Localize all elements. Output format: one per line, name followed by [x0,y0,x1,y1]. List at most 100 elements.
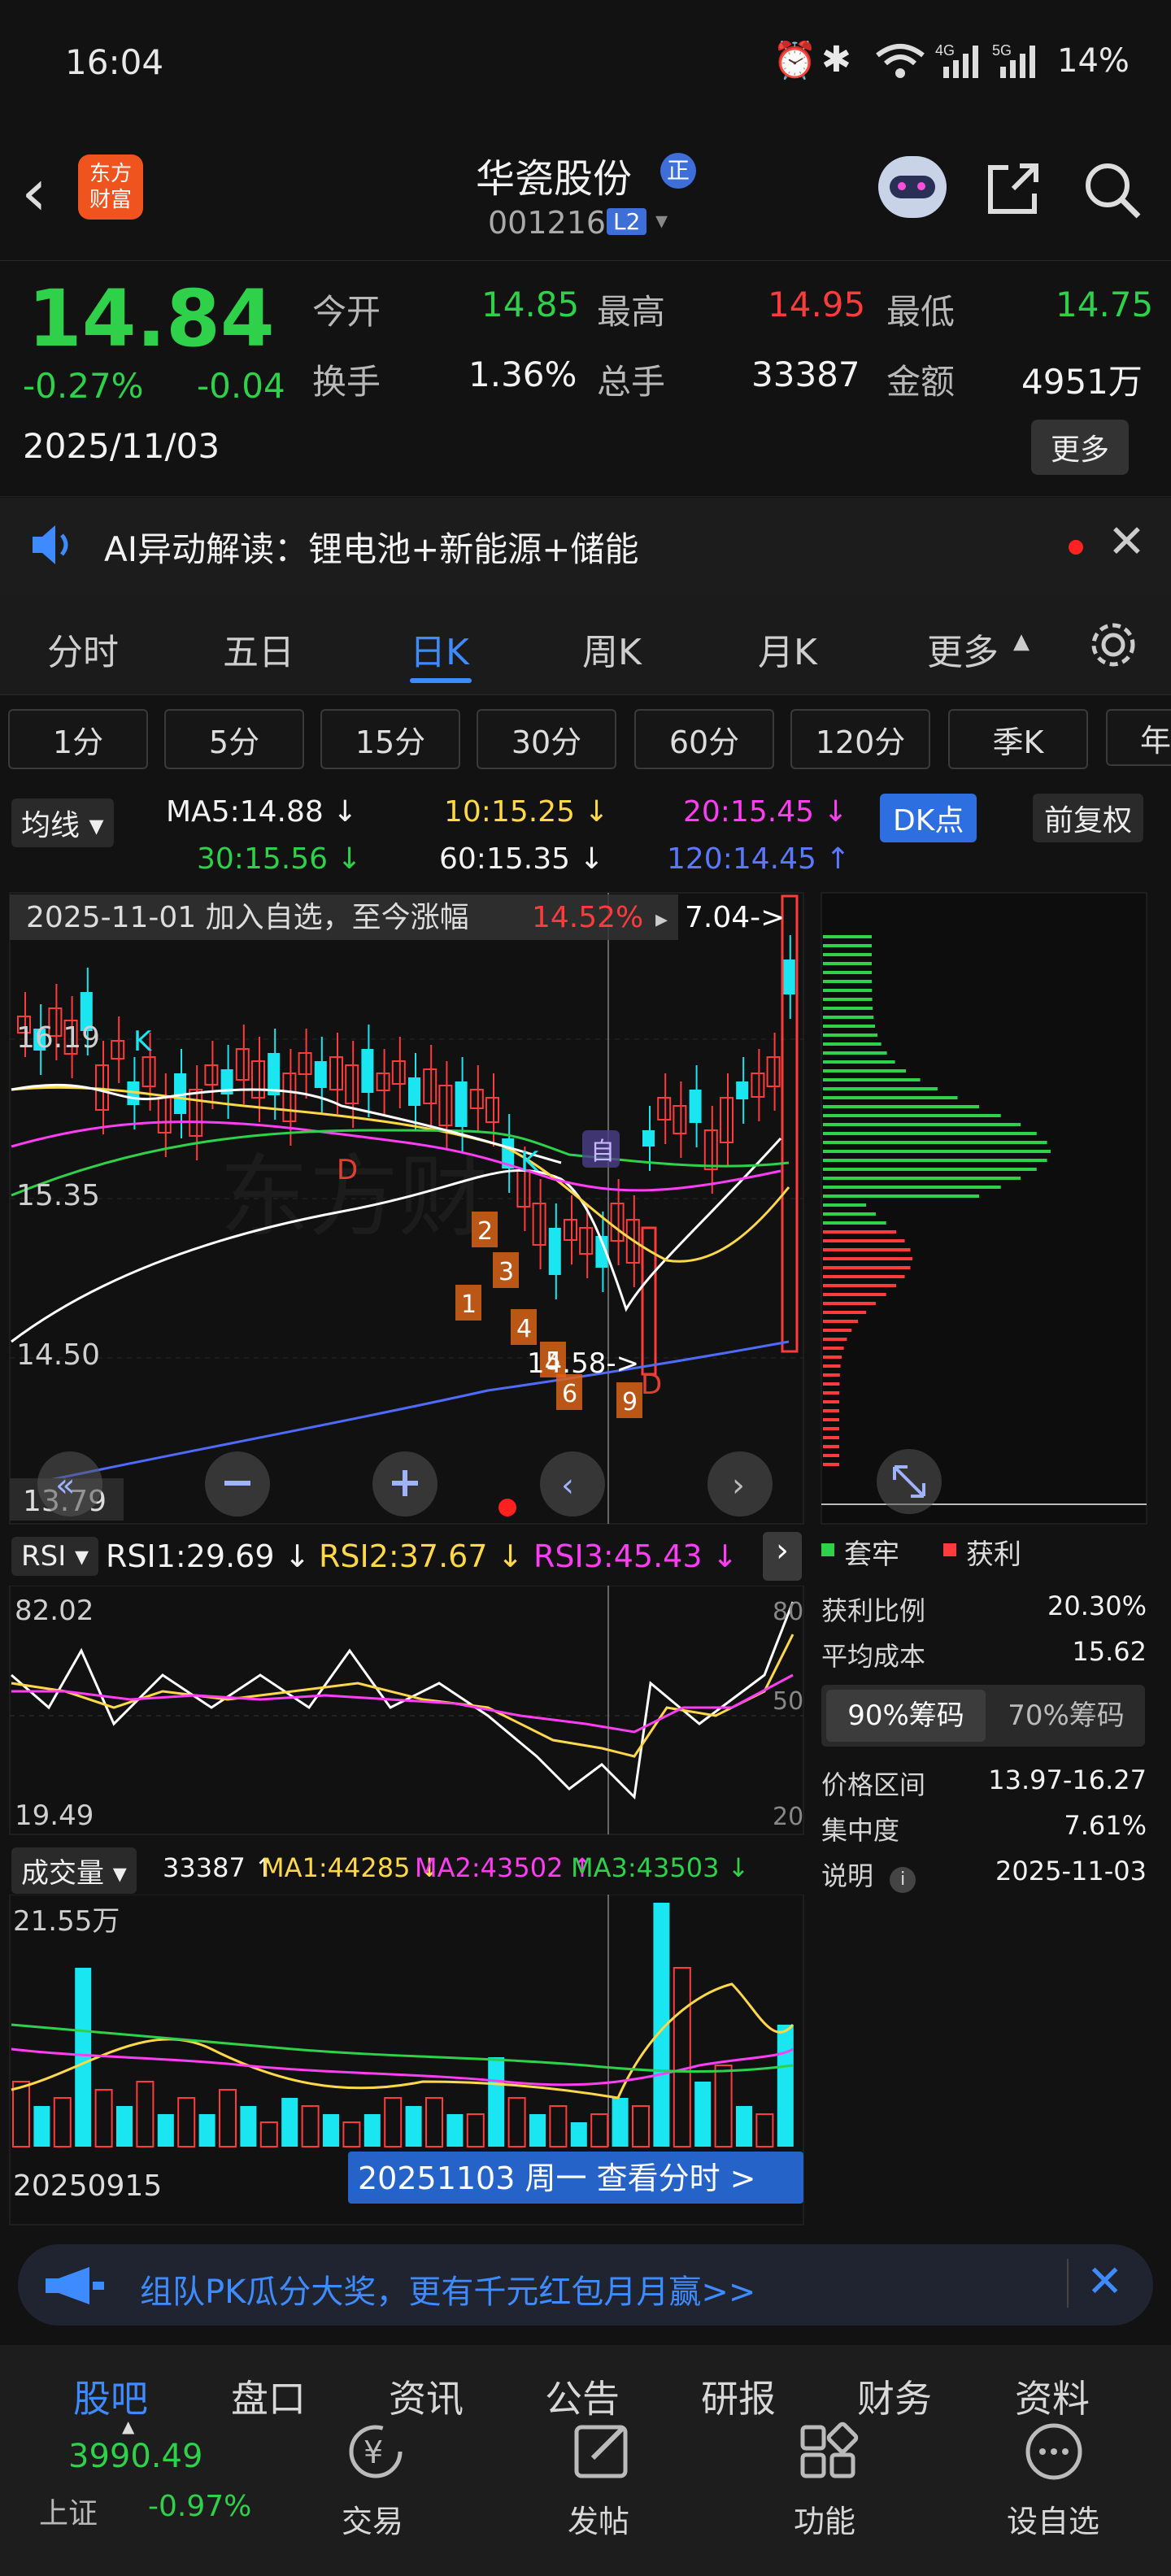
tab-70-chips[interactable]: 70%筹码 [992,1690,1140,1742]
bottom-tab-news[interactable]: 资讯 [389,2369,464,2423]
chip-bar [823,1248,911,1251]
gear-icon[interactable] [1086,618,1140,672]
sequence-number: 9 [622,1388,638,1416]
promo-divider [1067,2259,1069,2308]
period-30min[interactable]: 30分 [477,709,616,769]
tab-monthly-k[interactable]: 月K [758,623,817,675]
bottom-tab-finance[interactable]: 财务 [857,2369,932,2423]
turnover-value: 1.36% [468,355,577,394]
ma-selector[interactable]: 均线 ▾ [11,798,114,847]
level-badge[interactable]: L2 [607,208,647,235]
vol-ma3: MA3:43503 ↓ [571,1852,750,1883]
bottom-tab-profile[interactable]: 资料 [1015,2369,1090,2423]
period-year-k[interactable]: 年 [1106,709,1171,766]
add-watchlist-label[interactable]: 设自选 [1007,2496,1099,2541]
tab-weekly-k[interactable]: 周K [582,623,642,675]
chip-bar [823,1060,895,1064]
note-row[interactable]: 说明 i 2025-11-03 [821,1856,1147,1893]
post-icon[interactable] [561,2419,642,2496]
price-adjust-button[interactable]: 前复权 [1033,794,1144,842]
rsi-selector[interactable]: RSI ▾ [11,1537,99,1576]
volume-selector[interactable]: 成交量 ▾ [11,1847,137,1894]
ai-insight-bar[interactable]: AI异动解读：锂电池+新能源+储能 ✕ [0,498,1171,594]
amount-value: 4951万 [1021,362,1143,402]
chip-bar [823,1016,874,1019]
chip-bar [823,1445,840,1448]
period-120min[interactable]: 120分 [790,709,930,769]
chip-bar [823,1311,867,1314]
megaphone-icon [46,2267,104,2304]
back-icon[interactable]: ‹ [21,154,47,230]
tab-five-day[interactable]: 五日 [223,623,294,675]
function-label[interactable]: 功能 [794,2496,855,2541]
open-value: 14.85 [481,285,580,324]
ma60-value: 60:15.35 ↓ [439,842,604,876]
ma10-value: 10:15.25 ↓ [444,795,609,829]
chip-distribution [821,892,1147,1525]
post-label[interactable]: 发帖 [568,2496,629,2541]
period-15min[interactable]: 15分 [320,709,460,769]
chip-bar [823,1033,877,1037]
current-price: 14.84 [28,273,275,364]
high-label: 最高 [597,292,666,332]
kline-chart[interactable]: 东方财 K D K D 自 123456 9 16.19 15.35 14.50 … [0,886,813,1529]
promo-banner[interactable]: 组队PK瓜分大奖，更有千元红包月月赢>> ✕ [18,2244,1153,2326]
trade-icon[interactable]: ¥ [335,2419,416,2496]
rsi3-value: RSI3:45.43 ↓ [533,1538,738,1574]
chip-bar [823,1284,897,1287]
period-5min[interactable]: 5分 [164,709,304,769]
svg-text:5G: 5G [992,42,1012,59]
chip-bar [823,1266,911,1269]
triangle-up-icon: ▲ [1013,629,1030,654]
close-icon[interactable]: ✕ [1108,516,1146,568]
chip-bar [823,1373,840,1377]
period-1min[interactable]: 1分 [8,709,148,769]
grid-icon[interactable] [787,2419,868,2496]
chevron-down-icon[interactable]: ▾ [655,207,668,235]
chip-bar [823,1105,980,1108]
chip-bar [823,1409,840,1412]
volume-bar [694,2082,712,2147]
chip-bar [823,1338,847,1341]
legend-trapped: 套牢 [844,1538,899,1571]
volume-bar [736,2106,752,2147]
rsi-right-mid: 50 [773,1687,803,1716]
expand-right-icon[interactable]: › [763,1532,802,1581]
bottom-tab-guba[interactable]: 股吧 [73,2369,148,2423]
robot-assistant-icon[interactable] [878,156,947,218]
ai-insight-text[interactable]: AI异动解读：锂电池+新能源+储能 [104,522,639,572]
bottom-tab-research[interactable]: 研报 [701,2369,776,2423]
tab-90-chips[interactable]: 90%筹码 [826,1690,986,1742]
chip-bar [823,1025,876,1028]
more-icon[interactable] [1013,2419,1095,2496]
chip-bar [823,1212,876,1216]
trade-label[interactable]: 交易 [342,2496,403,2541]
period-quarter-k[interactable]: 季K [948,709,1088,769]
period-60min[interactable]: 60分 [634,709,774,769]
tab-more[interactable]: 更多 [927,623,999,675]
share-icon[interactable] [984,159,1043,218]
dk-point-button[interactable]: DK点 [880,794,977,842]
tab-daily-k[interactable]: 日K [410,623,469,675]
chip-bar [823,1454,840,1457]
watchlist-banner: 2025-11-01 加入自选，至今涨幅 [26,901,469,934]
y-label-high: 16.19 [16,1021,100,1055]
search-icon[interactable] [1082,159,1143,221]
more-button[interactable]: 更多 [1031,420,1130,475]
volume-bar [488,2057,505,2147]
chip-bar [823,1320,859,1323]
index-value[interactable]: 3990.49 [68,2438,202,2475]
volume-chart[interactable]: 21.55万 20250915 20251103 周一 查看分时 > [0,1895,813,2228]
tab-fenshi[interactable]: 分时 [47,623,119,675]
stock-header: ‹ 东方 财富 华瓷股份 正 001216 L2 ▾ [0,130,1171,261]
rsi-chart[interactable]: 82.02 19.49 80 50 20 [0,1586,813,1838]
bottom-tab-announcements[interactable]: 公告 [545,2369,620,2423]
sequence-number: 2 [477,1217,493,1246]
period-selector: 1分 5分 15分 30分 60分 120分 季K 年 [0,701,1171,779]
promo-close-icon[interactable]: ✕ [1086,2256,1123,2307]
k-marker: K [133,1025,153,1058]
quote-date: 2025/11/03 [23,426,220,466]
promo-text[interactable]: 组队PK瓜分大奖，更有千元红包月月赢>> [140,2265,755,2313]
chip-bar [823,1302,876,1305]
bottom-tab-pankou[interactable]: 盘口 [231,2369,306,2423]
